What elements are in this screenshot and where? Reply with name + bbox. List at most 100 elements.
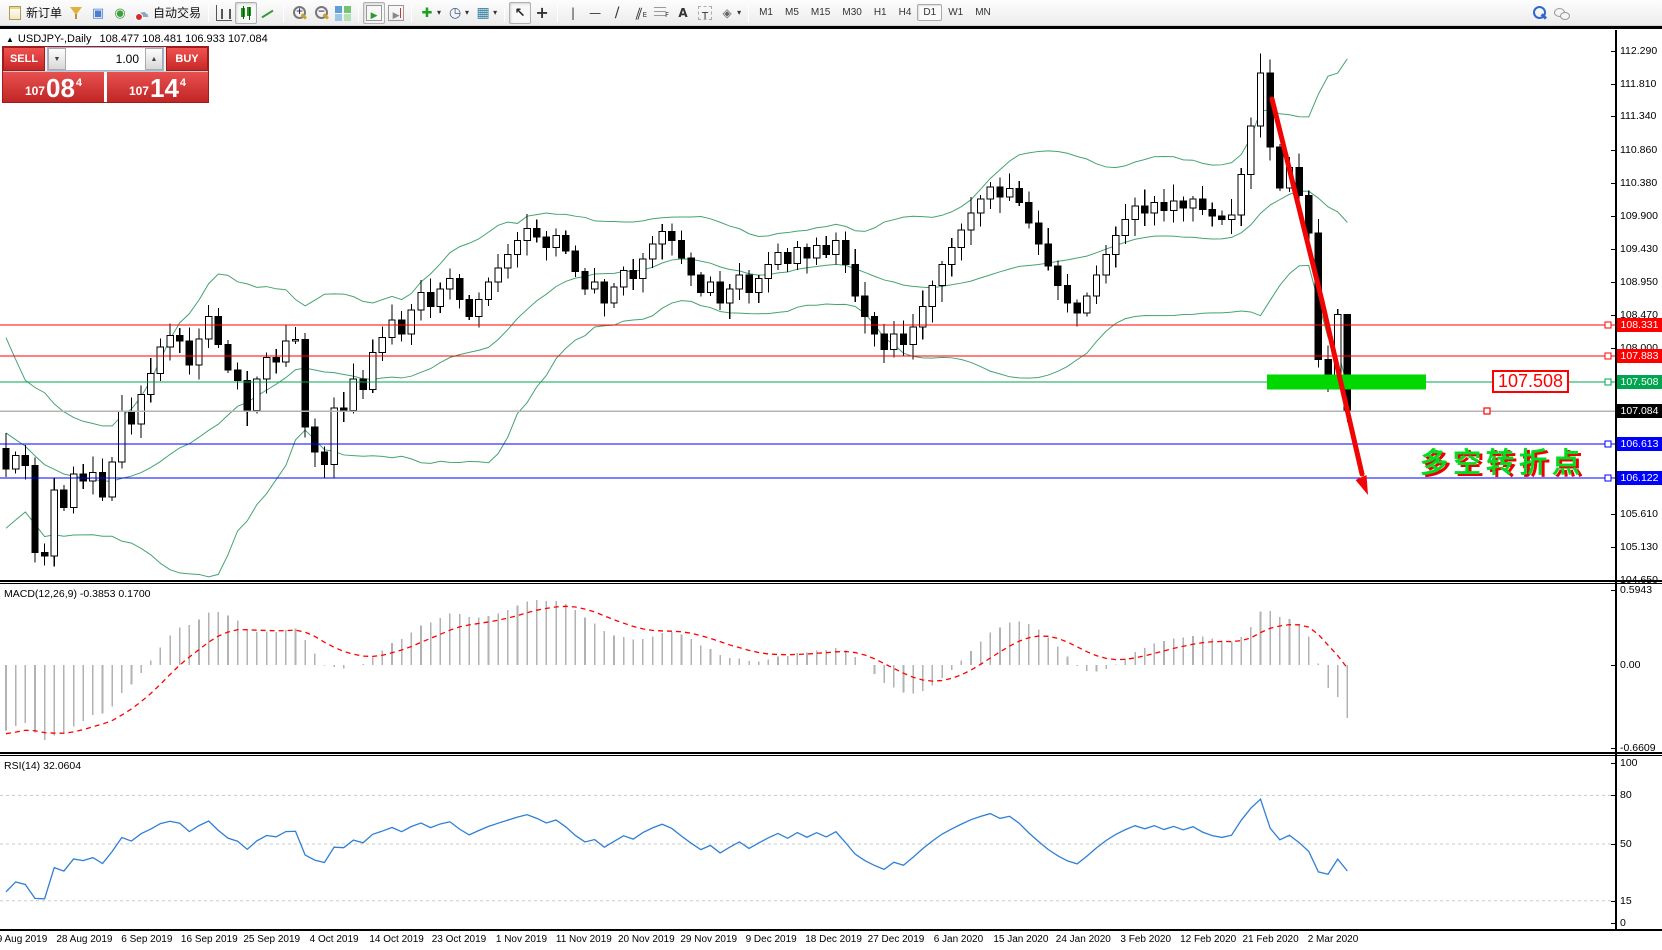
cursor-button[interactable]: [509, 2, 531, 24]
channel-icon: [631, 5, 647, 21]
one-click-trading-panel: SELL ▼ 1.00 ▲ BUY 107084 107144: [2, 46, 209, 103]
toolbar-separator: [358, 4, 359, 22]
chart-window[interactable]: ▲USDJPY-,Daily108.477 108.481 106.933 10…: [0, 29, 1662, 950]
auto-scroll-icon: [366, 5, 382, 21]
vline-button[interactable]: [562, 2, 584, 24]
date-label: 14 Oct 2019: [357, 934, 437, 945]
fibonacci-icon: [653, 5, 669, 21]
data-window-button[interactable]: [87, 2, 109, 24]
timeframe-d1-button[interactable]: D1: [917, 4, 942, 21]
indicators-button[interactable]: ▾: [416, 2, 444, 24]
text-icon: [675, 5, 691, 21]
date-label: 1 Nov 2019: [481, 934, 561, 945]
macd-histogram: [6, 600, 1347, 740]
turning-point-annotation[interactable]: 多空转折点: [1420, 441, 1585, 481]
periods-button[interactable]: ▾: [444, 2, 472, 24]
channel-button[interactable]: [628, 2, 650, 24]
price-badge-107.084: 107.084: [1617, 404, 1662, 418]
pane-separator[interactable]: [0, 580, 1662, 584]
tile-windows-icon: [335, 5, 351, 21]
periods-icon: [447, 5, 463, 21]
price-tick-label: 111.340: [1620, 110, 1656, 122]
date-label: 25 Sep 2019: [232, 934, 312, 945]
timeframe-m5-button[interactable]: M5: [779, 4, 805, 21]
time-axis-line: [0, 929, 1662, 931]
data-window-icon: [90, 5, 106, 21]
chart-shift-button[interactable]: [385, 2, 407, 24]
price-badge-106.613: 106.613: [1617, 437, 1662, 451]
timeframe-h4-button[interactable]: H4: [893, 4, 918, 21]
timeframe-m15-button[interactable]: M15: [805, 4, 836, 21]
macd-pane[interactable]: [0, 585, 1615, 752]
collapse-triangle-icon[interactable]: ▲: [6, 35, 14, 44]
toolbar-separator: [557, 4, 558, 22]
dropdown-arrow-icon[interactable]: ▾: [737, 8, 741, 17]
trendline-button[interactable]: [606, 2, 628, 24]
date-label: 6 Sep 2019: [107, 934, 187, 945]
toolbar-right-icons: [1528, 2, 1572, 24]
main-price-pane[interactable]: [0, 30, 1615, 580]
support-highlight-bar[interactable]: [1267, 374, 1426, 389]
macd-axis-label: 0.5943: [1620, 584, 1652, 596]
volume-value[interactable]: 1.00: [66, 48, 145, 70]
zoom-out-icon: [313, 5, 329, 21]
volume-increase-button[interactable]: ▲: [145, 48, 163, 70]
timeframe-m1-button[interactable]: M1: [753, 4, 779, 21]
date-label: 21 Feb 2020: [1231, 934, 1311, 945]
macd-indicator-label: MACD(12,26,9) -0.3853 0.1700: [4, 588, 151, 600]
price-tick-label: 110.380: [1620, 177, 1657, 189]
buy-button[interactable]: BUY: [166, 47, 208, 71]
templates-button[interactable]: ▾: [472, 2, 500, 24]
search-button[interactable]: [1528, 2, 1550, 24]
timeframe-mn-button[interactable]: MN: [969, 4, 997, 21]
price-tick-label: 111.810: [1620, 78, 1656, 90]
bar-chart-button[interactable]: [213, 2, 235, 24]
bar-chart-icon: [216, 5, 232, 21]
macd-values: -0.3853 0.1700: [80, 588, 151, 600]
sell-price[interactable]: 107084: [3, 72, 104, 102]
volume-decrease-button[interactable]: ▼: [48, 48, 66, 70]
zoom-out-button[interactable]: [310, 2, 332, 24]
auto-scroll-button[interactable]: [363, 2, 385, 24]
zoom-in-button[interactable]: [288, 2, 310, 24]
crosshair-button[interactable]: [531, 2, 553, 24]
market-watch-button[interactable]: [65, 2, 87, 24]
label-button[interactable]: [694, 2, 716, 24]
timeframe-h1-button[interactable]: H1: [868, 4, 893, 21]
price-flag-label[interactable]: 107.508: [1492, 370, 1569, 393]
line-chart-button[interactable]: [257, 2, 279, 24]
toolbar-separator: [208, 4, 209, 22]
rsi-axis-label: 100: [1620, 757, 1638, 769]
cursor-icon: [512, 5, 528, 21]
price-badge-107.883: 107.883: [1617, 349, 1662, 363]
date-label: 20 Nov 2019: [606, 934, 686, 945]
dropdown-arrow-icon[interactable]: ▾: [437, 8, 441, 17]
new-order-button[interactable]: 新订单: [4, 2, 65, 24]
timeframe-w1-button[interactable]: W1: [942, 4, 969, 21]
sell-button[interactable]: SELL: [3, 47, 45, 71]
date-label: 28 Aug 2019: [44, 934, 124, 945]
date-label: 3 Feb 2020: [1106, 934, 1186, 945]
rsi-value: 32.0604: [43, 760, 81, 772]
candlestick-button[interactable]: [235, 2, 257, 24]
price-axis-line[interactable]: [1615, 30, 1617, 930]
timeframe-m30-button[interactable]: M30: [836, 4, 867, 21]
strategy-tester-button[interactable]: [109, 2, 131, 24]
shapes-button[interactable]: ▾: [716, 2, 744, 24]
autotrading-button[interactable]: 自动交易: [131, 2, 204, 24]
buy-price[interactable]: 107144: [107, 72, 208, 102]
indicators-icon: [419, 5, 435, 21]
crosshair-icon: [534, 5, 550, 21]
line-chart-icon: [260, 5, 276, 21]
fibonacci-button[interactable]: [650, 2, 672, 24]
rsi-pane[interactable]: [0, 757, 1615, 929]
dropdown-arrow-icon[interactable]: ▾: [493, 8, 497, 17]
tile-windows-button[interactable]: [332, 2, 354, 24]
trend-arrow-line[interactable]: [1272, 99, 1362, 474]
dropdown-arrow-icon[interactable]: ▾: [465, 8, 469, 17]
pane-separator[interactable]: [0, 752, 1662, 756]
date-label: 9 Dec 2019: [731, 934, 811, 945]
chat-button[interactable]: [1550, 2, 1572, 24]
text-button[interactable]: [672, 2, 694, 24]
hline-button[interactable]: [584, 2, 606, 24]
